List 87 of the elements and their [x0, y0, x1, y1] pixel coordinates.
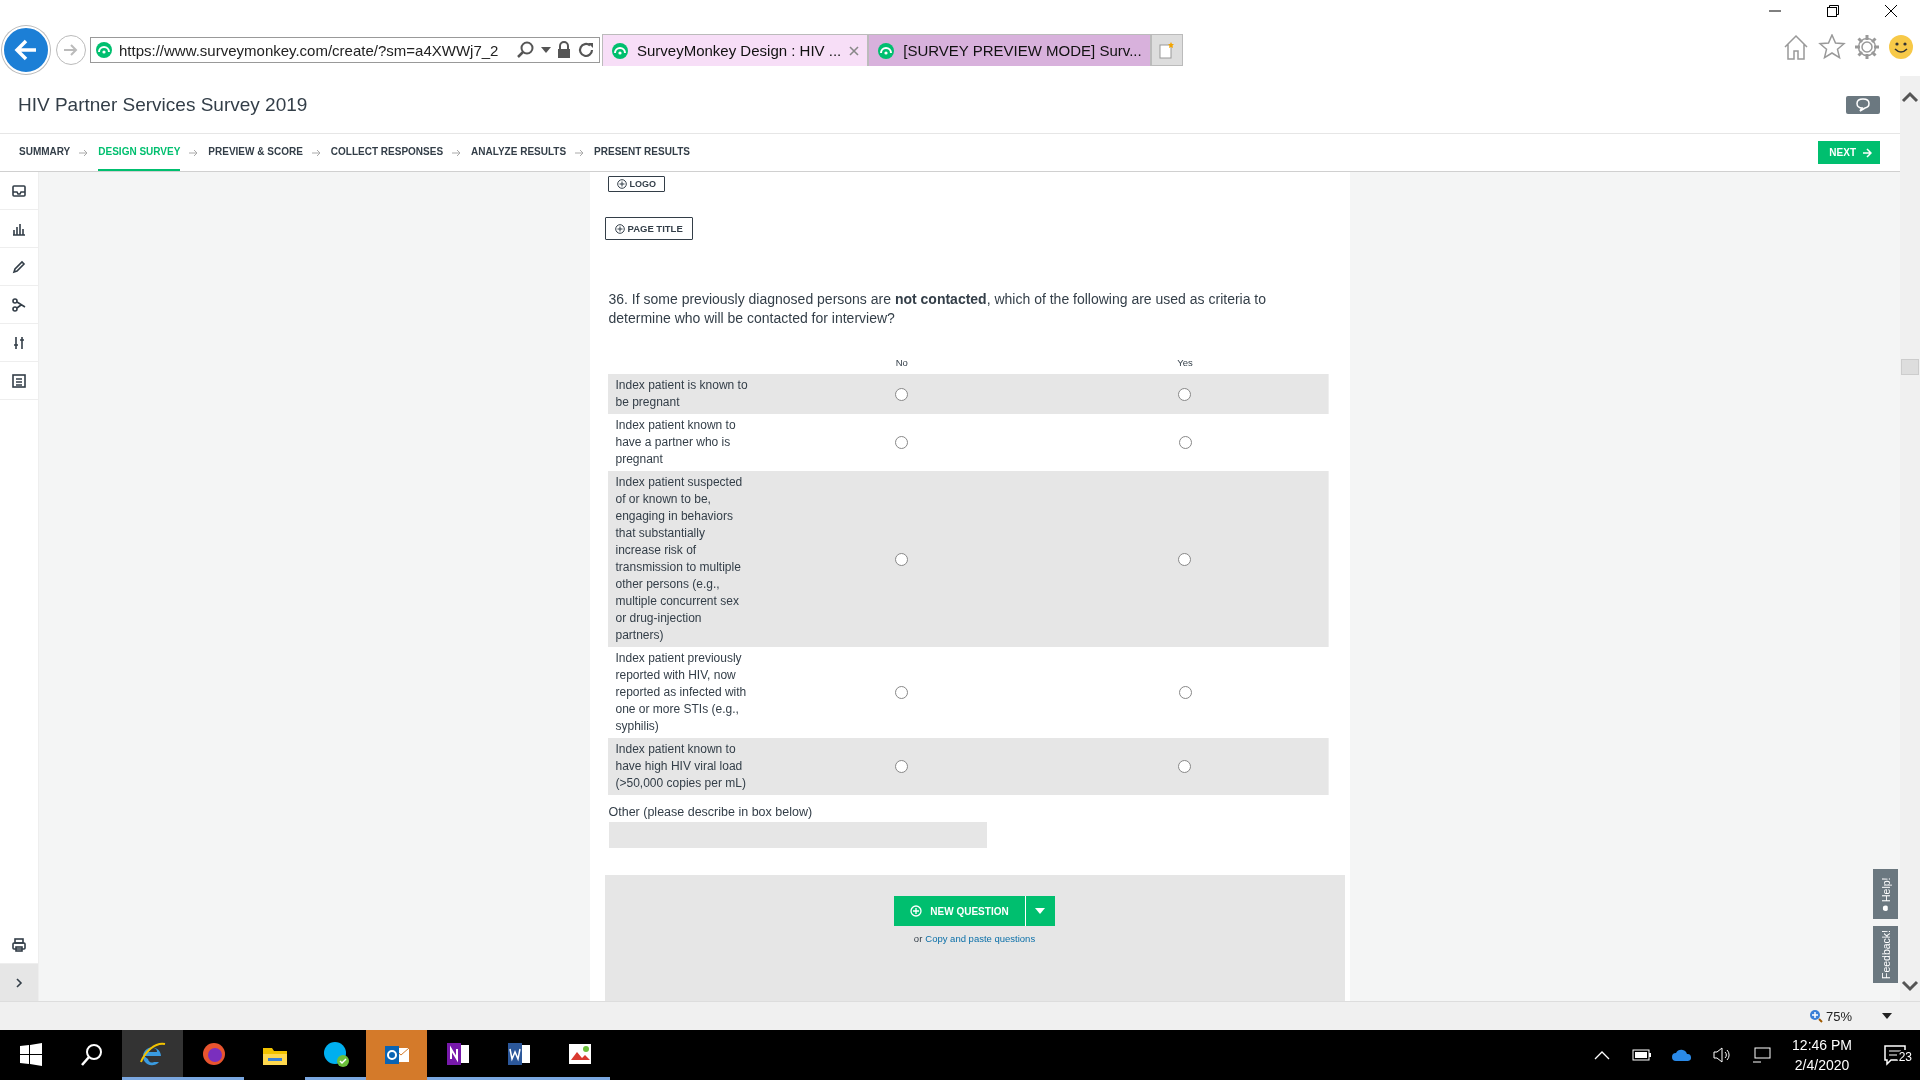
radio-button[interactable] — [895, 436, 909, 450]
restore-icon[interactable] — [1826, 4, 1840, 18]
logo-button[interactable]: LOGO — [607, 176, 665, 192]
list-icon[interactable] — [11, 372, 27, 389]
row-label: Index patient is known to be pregnant — [607, 374, 762, 414]
arrow-icon — [575, 148, 586, 157]
copy-paste-link[interactable]: Copy and paste questions — [925, 933, 1036, 944]
radio-button[interactable] — [1178, 760, 1192, 774]
plus-circle-icon — [910, 905, 923, 917]
chevron-right-icon — [14, 976, 24, 989]
other-input-field[interactable] — [608, 822, 987, 848]
sliders-icon[interactable] — [11, 334, 27, 351]
site-icon — [611, 41, 629, 60]
help-tab[interactable]: Help! — [1873, 869, 1898, 919]
question-text: 36. If some previously diagnosed persons are not contacted, which of the following are used as criteria to determine who will be contacted for interview? — [608, 290, 1268, 328]
zoom-control[interactable]: 75% — [1808, 1008, 1852, 1024]
site-icon — [95, 41, 113, 59]
scroll-up-icon[interactable] — [1901, 90, 1919, 104]
arrow-right-icon — [1862, 147, 1872, 158]
column-header: Yes — [1177, 356, 1193, 368]
scroll-down-icon[interactable] — [1901, 979, 1919, 993]
home-icon[interactable] — [1782, 34, 1810, 60]
row-label: Index patient known to have a partner who is pregnant — [607, 414, 762, 471]
arrow-icon — [189, 148, 200, 157]
new-page-icon — [1158, 41, 1175, 59]
radio-button[interactable] — [895, 387, 909, 401]
row-label: Index patient known to have high HIV viral load (>50,000 copies per mL) — [607, 738, 762, 795]
comment-button[interactable] — [1846, 95, 1880, 114]
caret-down-icon — [1035, 908, 1046, 914]
arrow-left-icon — [14, 39, 38, 61]
scroll-thumb[interactable] — [1901, 358, 1919, 375]
speech-bubble-icon — [1855, 97, 1871, 112]
nav-tab[interactable]: PRESENT RESULTS — [594, 134, 691, 171]
notification-button[interactable]: 23 — [1870, 1044, 1920, 1066]
column-header: No — [895, 356, 908, 368]
clock-text[interactable]: 12:46 PM 2/4/2020 — [1792, 1035, 1852, 1075]
plus-circle-icon — [616, 179, 627, 189]
search-icon[interactable] — [517, 41, 535, 59]
battery-icon[interactable] — [1632, 1049, 1653, 1061]
radio-button[interactable] — [895, 760, 909, 774]
or-text: or — [913, 933, 923, 944]
browser-tab[interactable]: SurveyMonkey Design : HIV ... — [602, 34, 869, 66]
refresh-icon[interactable] — [577, 41, 595, 59]
help-dot-icon — [1882, 903, 1889, 913]
monitor-icon[interactable] — [1752, 1047, 1773, 1063]
lock-icon — [557, 41, 571, 59]
radio-button[interactable] — [895, 686, 909, 700]
pencil-icon[interactable] — [11, 258, 27, 275]
nav-tab[interactable]: PREVIEW & SCORE — [208, 134, 303, 171]
radio-button[interactable] — [1178, 552, 1192, 566]
radio-button[interactable] — [895, 552, 909, 566]
address-bar[interactable]: https://www.surveymonkey.com/create/?sm=a4XWWj7_2 — [90, 37, 600, 63]
printer-icon[interactable] — [11, 936, 27, 953]
magnifier-icon — [1808, 1009, 1823, 1023]
url-text: https://www.surveymonkey.com/create/?sm=a4XWWj7_2 — [119, 41, 500, 59]
settings-icon[interactable] — [1854, 34, 1880, 60]
smiley-icon[interactable] — [1888, 34, 1914, 60]
arrow-icon — [79, 148, 90, 157]
row-label: Index patient suspected of or known to be, engaging in behaviors that substantially increase risk of transmission to multiple other persons (e.g., multiple concurrent sex or drug-injection partners) — [607, 471, 762, 647]
caret-up-icon[interactable] — [1594, 1050, 1611, 1060]
feedback-tab[interactable]: Feedback! — [1873, 926, 1898, 983]
arrow-icon — [452, 148, 463, 157]
nav-tab[interactable]: ANALYZE RESULTS — [471, 134, 567, 171]
star-icon[interactable] — [1818, 34, 1846, 60]
browser-tab[interactable]: [SURVEY PREVIEW MODE] Surv... — [868, 34, 1151, 66]
inbox-icon[interactable] — [11, 182, 27, 199]
radio-button[interactable] — [1178, 387, 1192, 401]
back-button[interactable] — [2, 26, 50, 74]
site-icon — [877, 41, 896, 60]
other-label: Other (please describe in box below) — [608, 805, 814, 819]
speaker-icon[interactable] — [1712, 1047, 1733, 1063]
nav-tab[interactable]: COLLECT RESPONSES — [330, 134, 444, 171]
dropdown-icon[interactable] — [541, 47, 551, 53]
nav-tab[interactable]: SUMMARY — [19, 134, 71, 171]
survey-title: HIV Partner Services Survey 2019 — [18, 93, 308, 116]
arrow-right-icon — [62, 42, 80, 58]
row-label: Index patient previously reported with HIV, now reported as infected with one or more STIs (e.g., syphilis) — [607, 647, 762, 738]
plus-circle-icon — [614, 223, 625, 234]
page-title-button[interactable]: PAGE TITLE — [604, 217, 693, 240]
arrow-icon — [311, 148, 322, 157]
radio-button[interactable] — [1178, 686, 1192, 700]
mail-o-icon[interactable] — [366, 1030, 427, 1080]
cloud-icon[interactable] — [1671, 1048, 1694, 1062]
radio-button[interactable] — [1178, 436, 1192, 450]
browser-e-icon[interactable] — [122, 1030, 183, 1080]
close-icon[interactable] — [1884, 4, 1898, 18]
dropdown-icon[interactable] — [1882, 1013, 1892, 1019]
